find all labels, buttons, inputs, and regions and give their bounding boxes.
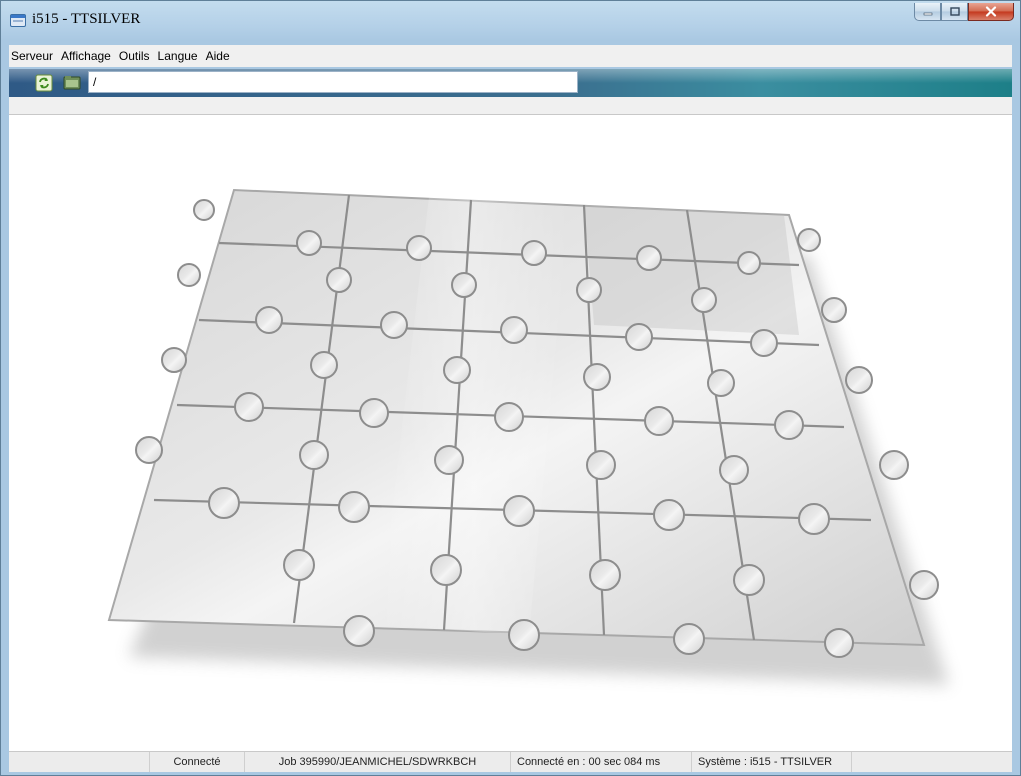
status-job: Job 395990/JEANMICHEL/SDWRKBCH (244, 752, 510, 772)
menu-serveur[interactable]: Serveur (9, 49, 57, 63)
menu-langue[interactable]: Langue (154, 49, 202, 63)
status-system: Système : i515 - TTSILVER (691, 752, 851, 772)
app-window: i515 - TTSILVER Serveur Affichage Outils… (0, 0, 1021, 776)
menu-affichage[interactable]: Affichage (57, 49, 115, 63)
window-title: i515 - TTSILVER (32, 11, 141, 27)
main-content-area (9, 115, 1012, 751)
maximize-icon (949, 7, 960, 16)
refresh-icon[interactable] (35, 74, 53, 92)
path-input[interactable] (88, 71, 578, 93)
window-controls (914, 3, 1014, 21)
secondary-toolbar (9, 97, 1012, 115)
close-button[interactable] (968, 3, 1014, 21)
minimize-icon (923, 12, 932, 15)
menu-bar: Serveur Affichage Outils Langue Aide (9, 45, 1012, 67)
folder-icon[interactable] (63, 74, 81, 92)
app-window-icon (10, 14, 26, 27)
menu-aide[interactable]: Aide (202, 49, 234, 63)
toolbar (9, 69, 1012, 97)
maximize-button[interactable] (941, 3, 968, 21)
menu-outils[interactable]: Outils (115, 49, 154, 63)
minimize-button[interactable] (914, 3, 941, 21)
puzzle-background-image (107, 188, 949, 685)
status-filler (851, 752, 1012, 772)
close-icon (985, 6, 997, 17)
title-bar[interactable]: i515 - TTSILVER (1, 1, 1020, 45)
status-empty (9, 752, 149, 772)
status-connect-time: Connecté en : 00 sec 084 ms (510, 752, 691, 772)
status-bar: Connecté Job 395990/JEANMICHEL/SDWRKBCH … (9, 751, 1012, 772)
status-connection: Connecté (149, 752, 244, 772)
